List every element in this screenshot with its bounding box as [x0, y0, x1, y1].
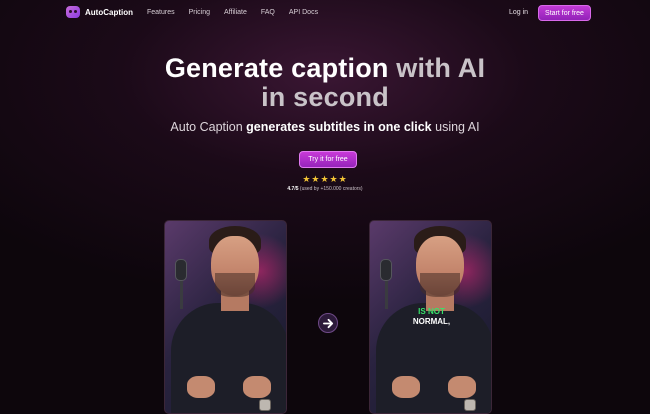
logo[interactable]: AutoCaption [66, 6, 133, 18]
subtitle-bold: generates subtitles in one click [246, 120, 432, 134]
hero-title-part1: Generate caption [164, 53, 397, 83]
caption-line-2: NORMAL, [412, 317, 451, 326]
rating-text: 4.7/5 (used by +150.000 creators) [0, 186, 650, 192]
rating-note: (used by +150.000 creators) [298, 186, 363, 192]
person-hand-left [392, 376, 420, 398]
try-it-for-free-button[interactable]: Try it for free [299, 151, 357, 168]
person-beard [215, 273, 255, 297]
hero-subtitle: Auto Caption generates subtitles in one … [0, 120, 650, 134]
nav-link-pricing[interactable]: Pricing [189, 9, 210, 16]
watch-icon [464, 399, 476, 411]
caption-line-1: IS NOT [418, 307, 445, 316]
demo-video-after[interactable]: IS NOT NORMAL, [369, 220, 492, 414]
rating-value: 4.7/5 [287, 186, 299, 192]
nav-link-api-docs[interactable]: API Docs [289, 9, 318, 16]
nav-link-faq[interactable]: FAQ [261, 9, 275, 16]
hero-title: Generate caption with AI in second [0, 54, 650, 112]
person-hand-right [243, 376, 271, 398]
subtitle-part1: Auto Caption [170, 120, 247, 134]
person-beard [420, 273, 460, 297]
logo-mask-icon [66, 6, 80, 18]
nav-link-affiliate[interactable]: Affiliate [224, 9, 247, 16]
subtitle-part3: using AI [431, 120, 480, 134]
navbar: AutoCaption Features Pricing Affiliate F… [0, 0, 650, 26]
nav-link-features[interactable]: Features [147, 9, 175, 16]
person-hand-left [187, 376, 215, 398]
login-link[interactable]: Log in [509, 9, 528, 16]
arrow-right-icon [318, 313, 338, 333]
person-hand-right [448, 376, 476, 398]
rating-stars: ★★★★★ [302, 174, 348, 184]
watch-icon [259, 399, 271, 411]
nav-links: Features Pricing Affiliate FAQ API Docs [147, 9, 332, 16]
microphone-icon [173, 259, 191, 309]
hero-title-line2: in second [261, 82, 389, 112]
hero-title-part2: with AI [396, 53, 486, 83]
start-for-free-button[interactable]: Start for free [538, 5, 591, 21]
logo-text: AutoCaption [85, 7, 133, 17]
generated-caption: IS NOT NORMAL, [370, 307, 491, 327]
person-shirt [171, 303, 286, 413]
demo-video-before[interactable] [164, 220, 287, 414]
microphone-icon [378, 259, 396, 309]
